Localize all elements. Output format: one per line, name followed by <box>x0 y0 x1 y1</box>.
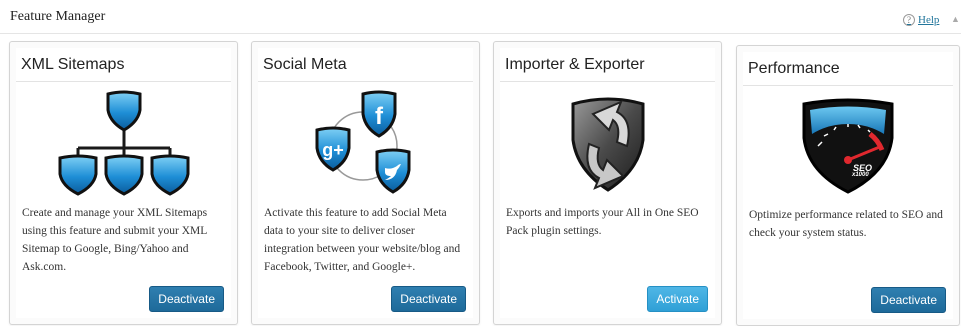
deactivate-button[interactable]: Deactivate <box>871 287 946 313</box>
gauge-sublabel: x1000 <box>852 172 869 178</box>
card-xml-sitemaps: XML Sitemaps Create and manage your XML … <box>9 41 238 325</box>
card-body: f g+ Activate this feature to add Social… <box>258 82 473 318</box>
card-header: XML Sitemaps <box>16 48 231 82</box>
deactivate-button[interactable]: Deactivate <box>149 286 224 312</box>
card-header: Importer & Exporter <box>500 48 715 82</box>
svg-text:f: f <box>375 103 384 130</box>
sitemap-shields-icon <box>58 90 189 196</box>
social-shields-icon: f g+ <box>315 90 410 194</box>
card-header: Social Meta <box>258 48 473 82</box>
svg-text:g+: g+ <box>322 140 344 160</box>
card-header: Performance <box>743 52 953 86</box>
card-body: SEO x1000 Optimize performance related t… <box>743 86 953 319</box>
card-description: Activate this feature to add Social Meta… <box>264 207 461 273</box>
collapse-icon[interactable]: ▲ <box>951 14 960 24</box>
feature-manager-header: Feature Manager ? Help ▲ <box>0 0 961 34</box>
import-export-shield-icon <box>571 97 644 192</box>
card-body: Exports and imports your All in One SEO … <box>500 82 715 318</box>
card-title: Importer & Exporter <box>505 56 645 73</box>
activate-button[interactable]: Activate <box>647 286 708 312</box>
deactivate-button[interactable]: Deactivate <box>391 286 466 312</box>
help-label: Help <box>918 14 940 26</box>
card-title: Social Meta <box>263 56 347 73</box>
page-title: Feature Manager <box>10 9 106 24</box>
card-social-meta: Social Meta f g+ Activate this feature t… <box>251 41 480 325</box>
card-description: Create and manage your XML Sitemaps usin… <box>22 207 208 273</box>
card-description: Optimize performance related to SEO and … <box>749 209 943 239</box>
card-body: Create and manage your XML Sitemaps usin… <box>16 82 231 318</box>
card-performance: Performance SEO x1000 Optimize performan… <box>736 45 960 326</box>
card-description: Exports and imports your All in One SEO … <box>506 207 699 237</box>
card-importer-exporter: Importer & Exporter Exports and imports … <box>493 41 722 325</box>
help-link[interactable]: ? Help <box>903 14 939 26</box>
card-title: XML Sitemaps <box>21 56 125 73</box>
help-icon: ? <box>903 14 915 26</box>
seo-gauge-icon <box>802 98 894 194</box>
card-title: Performance <box>748 60 840 77</box>
